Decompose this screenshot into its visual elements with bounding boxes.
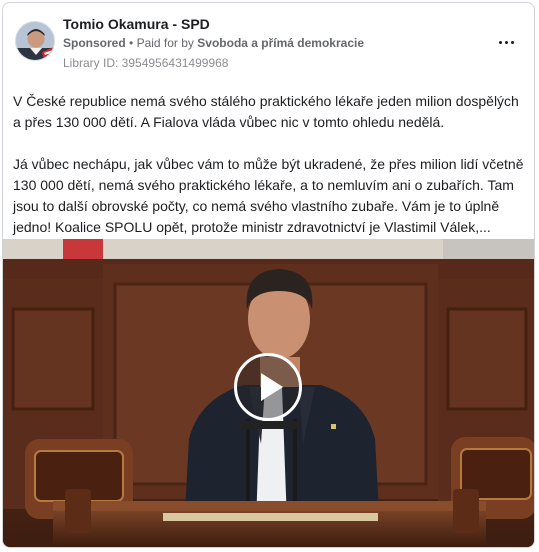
body-paragraph: V České republice nemá svého stálého pra… [13,93,519,130]
page-name[interactable]: Tomio Okamura - SPD [63,16,210,32]
more-options-button[interactable] [494,33,518,51]
ad-header: Tomio Okamura - SPD Sponsored • Paid for… [3,3,534,73]
page-avatar[interactable] [15,21,55,61]
funder-name: Svoboda a přímá demokracie [197,36,365,50]
more-options-icon [504,40,508,44]
play-icon [261,373,283,401]
ad-body-text: V České republice nemá svého stálého pra… [13,91,526,259]
more-options-icon [510,40,514,44]
body-paragraph: Já vůbec nechápu, jak vůbec vám to může … [13,156,524,235]
sponsored-label: Sponsored [63,36,126,50]
ad-card: Tomio Okamura - SPD Sponsored • Paid for… [2,2,535,548]
video-thumbnail[interactable] [3,239,534,547]
paid-for-prefix: Paid for by [136,36,194,50]
more-options-icon [498,40,502,44]
play-button[interactable] [234,353,302,421]
library-id: Library ID: 3954956431499968 [63,56,229,70]
ad-meta-line: Sponsored • Paid for by Svoboda a přímá … [63,36,364,50]
meta-separator: • [129,36,134,50]
avatar-portrait-icon [16,22,54,60]
